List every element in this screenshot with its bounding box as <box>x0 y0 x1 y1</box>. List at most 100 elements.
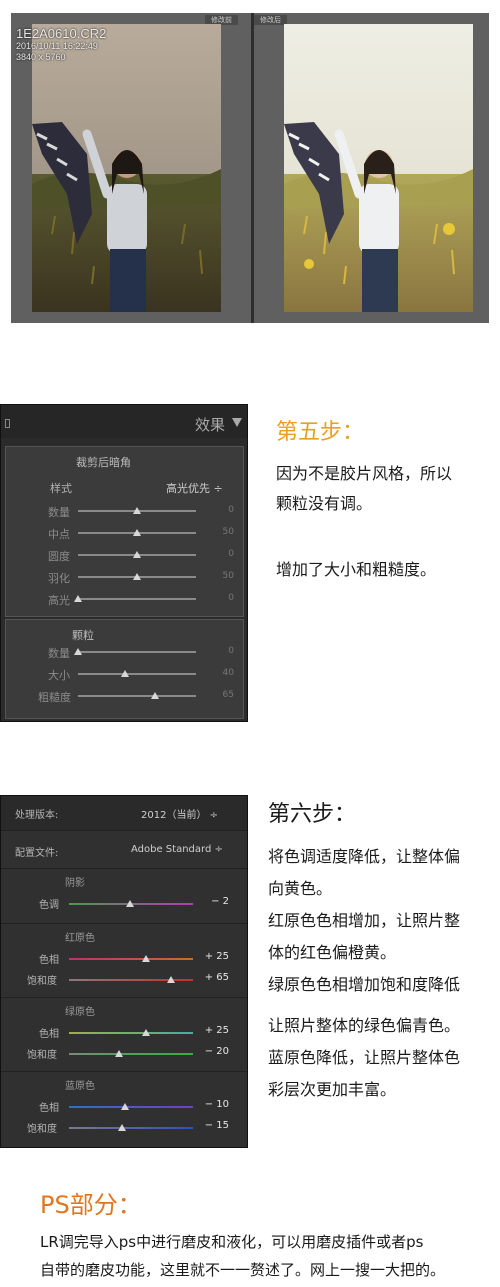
process-version-value: 2012（当前） <box>141 810 207 821</box>
slider-label: 饱和度 <box>27 1050 57 1061</box>
step6-line-7: 蓝原色降低，让照片整体色 <box>268 1048 461 1067</box>
vignette-style-value: 高光优先 <box>166 482 210 495</box>
slider-value[interactable]: 0 <box>204 593 234 603</box>
blue-group-title: 蓝原色 <box>65 1081 95 1092</box>
slider-value[interactable]: 50 <box>204 571 234 581</box>
divider <box>1 1071 247 1072</box>
slider-label: 数量 <box>48 506 70 519</box>
slider-track[interactable] <box>69 1106 193 1108</box>
vignette-title: 裁剪后暗角 <box>76 456 131 469</box>
slider-value[interactable]: 0 <box>204 549 234 559</box>
profile-dropdown[interactable]: Adobe Standard ÷ <box>131 844 223 855</box>
before-pane: 修改前 1E2A0610.CR2 2016/10/11 16:22:49 384… <box>11 13 251 323</box>
vignette-section: 裁剪后暗角 样式 高光优先 ÷ 数量 0 中点 50 圆度 0 羽化 50 高光 0 <box>5 446 244 617</box>
slider-value[interactable]: 65 <box>204 690 234 700</box>
step5-line-1: 因为不是胶片风格，所以 <box>276 464 453 483</box>
ps-line-1: LR调完导入ps中进行磨皮和液化，可以用磨皮插件或者ps <box>40 1233 424 1251</box>
slider-label: 羽化 <box>48 572 70 585</box>
process-version-dropdown[interactable]: 2012（当前） ÷ <box>141 806 218 821</box>
image-dimensions: 3840 x 5760 <box>16 52 66 62</box>
profile-row[interactable]: 配置文件: Adobe Standard ÷ <box>1 831 247 865</box>
slider-label: 饱和度 <box>27 1124 57 1135</box>
slider-thumb[interactable] <box>133 507 141 514</box>
slider-thumb[interactable] <box>133 551 141 558</box>
slider-label: 色相 <box>39 1029 59 1040</box>
slider-track[interactable] <box>78 673 196 675</box>
slider-label: 中点 <box>48 528 70 541</box>
slider-thumb[interactable] <box>120 1103 129 1110</box>
step5-line-2: 颗粒没有调。 <box>276 494 373 513</box>
slider-thumb[interactable] <box>141 1029 150 1036</box>
step6-line-8: 彩层次更加丰富。 <box>268 1080 397 1099</box>
slider-label: 色相 <box>39 955 59 966</box>
photo-metadata: 1E2A0610.CR2 2016/10/11 16:22:49 3840 x … <box>16 27 106 63</box>
slider-value[interactable]: 40 <box>204 668 234 678</box>
slider-value[interactable]: − 10 <box>199 1099 229 1110</box>
effects-panel-title: 效果 <box>194 416 225 434</box>
step6-line-6: 让照片整体的绿色偏青色。 <box>268 1016 461 1035</box>
step6-line-5: 绿原色色相增加饱和度降低 <box>268 975 461 994</box>
dropdown-arrows-icon: ÷ <box>206 810 219 821</box>
step6-line-4: 体的红色偏橙黄。 <box>268 943 397 962</box>
slider-value[interactable]: 0 <box>204 646 234 656</box>
slider-thumb[interactable] <box>125 900 134 907</box>
slider-track[interactable] <box>78 651 196 653</box>
slider-value[interactable]: + 65 <box>199 972 229 983</box>
slider-thumb[interactable] <box>166 976 175 983</box>
slider-thumb[interactable] <box>141 955 150 962</box>
step5-line-3: 增加了大小和粗糙度。 <box>276 560 437 579</box>
slider-track[interactable] <box>69 1053 193 1055</box>
calibration-panel: 处理版本: 2012（当前） ÷ 配置文件: Adobe Standard ÷ … <box>0 795 248 1148</box>
divider <box>1 923 247 924</box>
slider-track[interactable] <box>69 958 193 960</box>
after-pane: 修改后 <box>254 13 489 323</box>
slider-value[interactable]: + 25 <box>199 1025 229 1036</box>
dropdown-arrows-icon: ÷ <box>211 844 223 855</box>
step6-line-2: 向黄色。 <box>268 879 333 898</box>
after-photo[interactable] <box>284 24 473 312</box>
slider-thumb[interactable] <box>133 573 141 580</box>
panel-grip-icon[interactable] <box>5 419 10 428</box>
profile-label: 配置文件: <box>15 848 59 859</box>
file-name: 1E2A0610.CR2 <box>16 26 107 41</box>
ps-line-2: 自带的磨皮功能，这里就不一一赘述了。网上一搜一大把的。 <box>40 1261 446 1279</box>
process-version-row[interactable]: 处理版本: 2012（当前） ÷ <box>1 796 247 830</box>
slider-value[interactable]: 0 <box>204 505 234 515</box>
process-version-label: 处理版本: <box>15 810 59 821</box>
ps-title: PS部分： <box>40 1191 142 1219</box>
slider-thumb[interactable] <box>114 1050 123 1057</box>
capture-date: 2016/10/11 16:22:49 <box>16 41 98 51</box>
grain-title: 颗粒 <box>72 629 94 642</box>
before-photo[interactable] <box>32 24 221 312</box>
slider-thumb[interactable] <box>121 670 130 677</box>
red-group-title: 红原色 <box>65 933 95 944</box>
dropdown-arrows-icon: ÷ <box>210 482 223 495</box>
slider-value[interactable]: 50 <box>204 527 234 537</box>
step6-title: 第六步： <box>268 802 357 827</box>
slider-thumb[interactable] <box>150 692 159 699</box>
collapse-triangle-icon[interactable] <box>232 418 242 427</box>
green-group-title: 绿原色 <box>65 1007 95 1018</box>
slider-value[interactable]: − 2 <box>199 896 229 907</box>
slider-thumb[interactable] <box>118 1124 127 1131</box>
divider <box>1 997 247 998</box>
step6-line-1: 将色调适度降低，让整体偏 <box>268 847 461 866</box>
slider-thumb[interactable] <box>74 648 82 655</box>
slider-track[interactable] <box>78 695 196 697</box>
grain-section: 颗粒 数量 0 大小 40 粗糙度 65 <box>5 619 244 719</box>
before-after-compare: 修改前 1E2A0610.CR2 2016/10/11 16:22:49 384… <box>11 13 489 323</box>
slider-track[interactable] <box>69 1032 193 1034</box>
slider-value[interactable]: + 25 <box>199 951 229 962</box>
vignette-style-dropdown[interactable]: 高光优先 ÷ <box>166 480 223 496</box>
slider-value[interactable]: − 15 <box>199 1120 229 1131</box>
slider-track[interactable] <box>69 1127 193 1129</box>
slider-label: 色相 <box>39 1103 59 1114</box>
slider-thumb[interactable] <box>133 529 141 536</box>
slider-track[interactable] <box>78 598 196 600</box>
slider-value[interactable]: − 20 <box>199 1046 229 1057</box>
effects-panel-header[interactable]: 效果 <box>1 405 247 438</box>
shadows-group-title: 阴影 <box>65 878 85 889</box>
slider-thumb[interactable] <box>74 595 82 602</box>
slider-label: 高光 <box>48 594 70 607</box>
profile-value: Adobe Standard <box>131 844 212 855</box>
